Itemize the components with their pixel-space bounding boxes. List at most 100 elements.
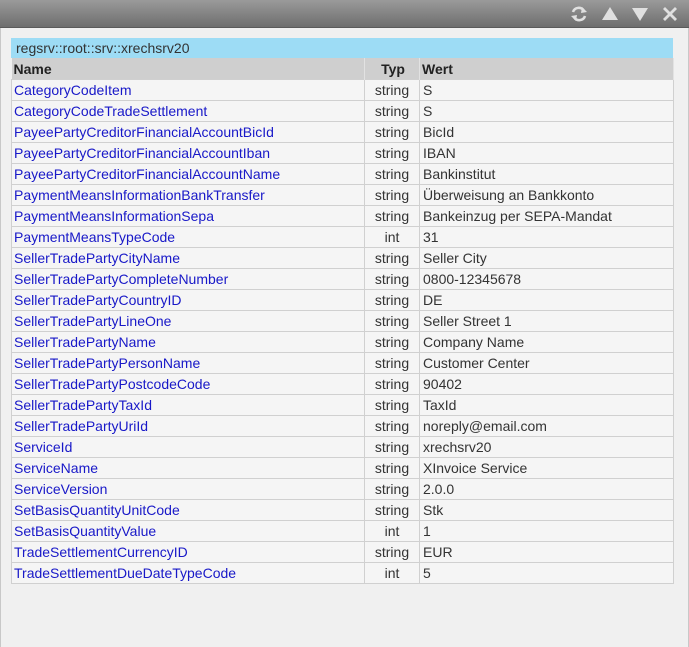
property-name-link[interactable]: ServiceId: [11, 436, 365, 458]
property-type: int: [364, 226, 420, 248]
table-row[interactable]: PaymentMeansInformationBankTransfer strin…: [11, 184, 674, 206]
property-type: string: [364, 499, 420, 521]
property-value: 0800-12345678: [419, 268, 674, 290]
table-row[interactable]: SellerTradePartyUriId string noreply@email…: [11, 415, 674, 437]
property-name-link[interactable]: SellerTradePartyLineOne: [11, 310, 365, 332]
property-name-link[interactable]: SellerTradePartyUriId: [11, 415, 365, 437]
property-type: string: [364, 142, 420, 164]
property-type: string: [364, 541, 420, 563]
column-header-typ[interactable]: Typ: [364, 58, 420, 80]
table-row[interactable]: PaymentMeansTypeCode int 31: [11, 226, 674, 248]
property-name-link[interactable]: SellerTradePartyPostcodeCode: [11, 373, 365, 395]
property-type: string: [364, 415, 420, 437]
arrow-down-icon[interactable]: [629, 4, 651, 24]
table-row[interactable]: CategoryCodeTradeSettlement string S: [11, 100, 674, 122]
property-name-link[interactable]: SetBasisQuantityUnitCode: [11, 499, 365, 521]
property-table: Name Typ Wert CategoryCodeItem string S Cat…: [11, 58, 674, 584]
property-value: 5: [419, 562, 674, 584]
property-name-link[interactable]: ServiceVersion: [11, 478, 365, 500]
property-value: Überweisung an Bankkonto: [419, 184, 674, 206]
property-value: xrechsrv20: [419, 436, 674, 458]
column-header-name[interactable]: Name: [11, 58, 365, 80]
property-type: int: [364, 562, 420, 584]
property-type: string: [364, 121, 420, 143]
table-row[interactable]: SellerTradePartyPersonName string Customer…: [11, 352, 674, 374]
property-type: string: [364, 247, 420, 269]
property-name-link[interactable]: CategoryCodeTradeSettlement: [11, 100, 365, 122]
table-row[interactable]: ServiceName string XInvoice Service: [11, 457, 674, 479]
property-name-link[interactable]: SellerTradePartyCityName: [11, 247, 365, 269]
property-type: string: [364, 331, 420, 353]
property-name-link[interactable]: SetBasisQuantityValue: [11, 520, 365, 542]
property-name-link[interactable]: PaymentMeansTypeCode: [11, 226, 365, 248]
property-type: string: [364, 478, 420, 500]
table-row[interactable]: CategoryCodeItem string S: [11, 79, 674, 101]
table-row[interactable]: TradeSettlementCurrencyID string EUR: [11, 541, 674, 563]
refresh-icon[interactable]: [568, 4, 590, 24]
table-row[interactable]: PayeePartyCreditorFinancialAccountName st…: [11, 163, 674, 185]
property-value: Customer Center: [419, 352, 674, 374]
property-value: S: [419, 100, 674, 122]
table-row[interactable]: ServiceVersion string 2.0.0: [11, 478, 674, 500]
property-value: Seller City: [419, 247, 674, 269]
property-value: IBAN: [419, 142, 674, 164]
property-name-link[interactable]: PaymentMeansInformationBankTransfer: [11, 184, 365, 206]
property-name-link[interactable]: TradeSettlementDueDateTypeCode: [11, 562, 365, 584]
property-name-link[interactable]: PayeePartyCreditorFinancialAccountIban: [11, 142, 365, 164]
property-value: Bankinstitut: [419, 163, 674, 185]
property-value: EUR: [419, 541, 674, 563]
property-value: XInvoice Service: [419, 457, 674, 479]
table-row[interactable]: SellerTradePartyCountryID string DE: [11, 289, 674, 311]
property-value: 2.0.0: [419, 478, 674, 500]
property-value: Bankeinzug per SEPA-Mandat: [419, 205, 674, 227]
table-row[interactable]: ServiceId string xrechsrv20: [11, 436, 674, 458]
column-header-wert[interactable]: Wert: [419, 58, 674, 80]
table-row[interactable]: SellerTradePartyName string Company Name: [11, 331, 674, 353]
property-name-link[interactable]: SellerTradePartyCompleteNumber: [11, 268, 365, 290]
property-value: S: [419, 79, 674, 101]
table-row[interactable]: SetBasisQuantityValue int 1: [11, 520, 674, 542]
property-type: string: [364, 373, 420, 395]
close-icon[interactable]: [659, 4, 681, 24]
property-type: string: [364, 310, 420, 332]
property-type: string: [364, 205, 420, 227]
arrow-up-icon[interactable]: [599, 4, 621, 24]
window-titlebar: [0, 0, 689, 28]
table-row[interactable]: TradeSettlementDueDateTypeCode int 5: [11, 562, 674, 584]
table-row[interactable]: SellerTradePartyLineOne string Seller Stre…: [11, 310, 674, 332]
property-name-link[interactable]: SellerTradePartyTaxId: [11, 394, 365, 416]
property-name-link[interactable]: SellerTradePartyName: [11, 331, 365, 353]
table-row[interactable]: SellerTradePartyTaxId string TaxId: [11, 394, 674, 416]
property-name-link[interactable]: PayeePartyCreditorFinancialAccountBicId: [11, 121, 365, 143]
property-name-link[interactable]: PaymentMeansInformationSepa: [11, 205, 365, 227]
property-type: string: [364, 289, 420, 311]
property-type: string: [364, 394, 420, 416]
table-row[interactable]: SetBasisQuantityUnitCode string Stk: [11, 499, 674, 521]
property-type: string: [364, 163, 420, 185]
table-row[interactable]: SellerTradePartyCityName string Seller Cit…: [11, 247, 674, 269]
property-name-link[interactable]: TradeSettlementCurrencyID: [11, 541, 365, 563]
property-value: Seller Street 1: [419, 310, 674, 332]
property-name-link[interactable]: SellerTradePartyPersonName: [11, 352, 365, 374]
property-value: DE: [419, 289, 674, 311]
table-row[interactable]: PayeePartyCreditorFinancialAccountBicId s…: [11, 121, 674, 143]
property-value: 31: [419, 226, 674, 248]
property-type: string: [364, 100, 420, 122]
property-type: string: [364, 436, 420, 458]
property-name-link[interactable]: CategoryCodeItem: [11, 79, 365, 101]
table-header-row: Name Typ Wert: [11, 58, 674, 80]
table-row[interactable]: PayeePartyCreditorFinancialAccountIban st…: [11, 142, 674, 164]
property-value: Stk: [419, 499, 674, 521]
table-row[interactable]: SellerTradePartyPostcodeCode string 90402: [11, 373, 674, 395]
property-name-link[interactable]: SellerTradePartyCountryID: [11, 289, 365, 311]
property-type: string: [364, 79, 420, 101]
property-name-link[interactable]: PayeePartyCreditorFinancialAccountName: [11, 163, 365, 185]
property-value: 1: [419, 520, 674, 542]
property-value: TaxId: [419, 394, 674, 416]
table-row[interactable]: SellerTradePartyCompleteNumber string 0800…: [11, 268, 674, 290]
table-row[interactable]: PaymentMeansInformationSepa string Bankein…: [11, 205, 674, 227]
property-type: string: [364, 184, 420, 206]
property-name-link[interactable]: ServiceName: [11, 457, 365, 479]
property-type: string: [364, 457, 420, 479]
node-path: regsrv::root::srv::xrechsrv20: [11, 38, 673, 58]
